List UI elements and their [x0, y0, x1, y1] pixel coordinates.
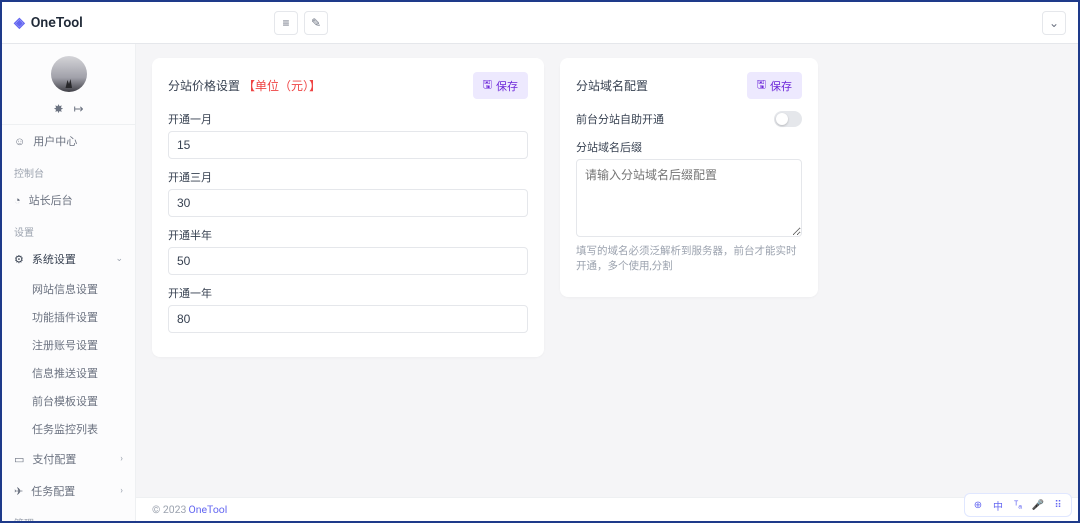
footer-link[interactable]: OneTool — [188, 503, 227, 516]
gear-icon: ⚙ — [14, 253, 24, 266]
sidebar-item-label: 系统设置 — [32, 251, 76, 267]
topbar-actions: ≡ ✎ — [274, 11, 328, 35]
chevron-right-icon: › — [120, 454, 123, 464]
float-tools: ⊕ 中 ᵀₐ 🎤 ⠿ — [964, 493, 1072, 517]
suffix-hint: 填写的域名必须泛解析到服务器，前台才能实时开通，多个使用,分割 — [576, 244, 802, 273]
label-suffix: 分站域名后缀 — [576, 139, 802, 155]
menu-toggle-button[interactable]: ≡ — [274, 11, 298, 35]
avatar[interactable] — [51, 56, 87, 92]
label-month3: 开通三月 — [168, 169, 528, 185]
topbar: ◈ OneTool ≡ ✎ ⌄ — [2, 2, 1078, 44]
card-domain-title: 分站域名配置 — [576, 77, 648, 94]
card-price-title: 分站价格设置 【单位（元）】 — [168, 77, 321, 94]
sidebar-sub-template[interactable]: 前台模板设置 — [2, 387, 135, 415]
translate-icon[interactable]: ᵀₐ — [1009, 496, 1027, 514]
theme-toggle-button[interactable]: ✎ — [304, 11, 328, 35]
footer: © 2023 OneTool — [136, 497, 1078, 521]
card-icon: ▭ — [14, 453, 24, 466]
sidebar-item-pay-config[interactable]: ▭ 支付配置 › — [2, 443, 135, 475]
sidebar-item-system-settings[interactable]: ⚙ 系统设置 ⌄ — [2, 243, 135, 275]
sidebar-item-task-config[interactable]: ✈ 任务配置 › — [2, 475, 135, 507]
input-halfyear[interactable] — [168, 247, 528, 275]
sidebar-profile: ✸ ↦ — [2, 44, 135, 125]
toggle-label: 前台分站自助开通 — [576, 111, 664, 127]
sidebar-item-label: 站长后台 — [29, 192, 73, 208]
save-icon: 🖫 — [483, 76, 492, 95]
input-month1[interactable] — [168, 131, 528, 159]
label-halfyear: 开通半年 — [168, 227, 528, 243]
sidebar-item-label: 用户中心 — [33, 133, 77, 149]
logout-icon[interactable]: ↦ — [74, 102, 84, 116]
sidebar-sub-push[interactable]: 信息推送设置 — [2, 359, 135, 387]
sidebar-sub-site-info[interactable]: 网站信息设置 — [2, 275, 135, 303]
mic-icon[interactable]: 🎤 — [1029, 496, 1047, 514]
card-price-settings: 分站价格设置 【单位（元）】 🖫 保存 开通一月 开通三月 开通半年 — [152, 58, 544, 357]
brand-text: OneTool — [31, 15, 83, 31]
save-icon: 🖫 — [757, 76, 766, 95]
sidebar-item-user-center[interactable]: ☺ 用户中心 — [2, 125, 135, 157]
clock-icon: ◔ — [14, 194, 21, 207]
flame-icon[interactable]: ✸ — [53, 102, 63, 116]
save-domain-button[interactable]: 🖫 保存 — [747, 72, 802, 99]
sidebar-item-console[interactable]: ◔ 站长后台 — [2, 184, 135, 216]
lang-button[interactable]: 中 — [989, 496, 1007, 514]
sidebar: ✸ ↦ ☺ 用户中心 控制台 ◔ 站长后台 设置 ⚙ 系统设置 ⌄ 网站信息设置… — [2, 44, 136, 521]
brand-icon: ◈ — [14, 15, 25, 31]
sidebar-sub-task-monitor[interactable]: 任务监控列表 — [2, 415, 135, 443]
card-domain-settings: 分站域名配置 🖫 保存 前台分站自助开通 分站域名后缀 填写的域名必须泛解析到服… — [560, 58, 818, 297]
self-open-toggle[interactable] — [774, 111, 802, 127]
label-month1: 开通一月 — [168, 111, 528, 127]
sidebar-heading-console: 控制台 — [2, 157, 135, 184]
sidebar-heading-settings: 设置 — [2, 216, 135, 243]
chevron-right-icon: › — [120, 486, 123, 496]
label-year: 开通一年 — [168, 285, 528, 301]
dropdown-button[interactable]: ⌄ — [1042, 11, 1066, 35]
chevron-down-icon: ⌄ — [115, 254, 123, 264]
chat-icon[interactable]: ⊕ — [969, 496, 987, 514]
topbar-right: ⌄ — [1042, 11, 1066, 35]
sidebar-heading-manage: 管理 — [2, 507, 135, 521]
grid-icon[interactable]: ⠿ — [1049, 496, 1067, 514]
textarea-suffix[interactable] — [576, 159, 802, 237]
sidebar-item-label: 任务配置 — [31, 483, 75, 499]
brand[interactable]: ◈ OneTool — [14, 15, 134, 31]
sidebar-sub-plugin[interactable]: 功能插件设置 — [2, 303, 135, 331]
sidebar-item-label: 支付配置 — [32, 451, 76, 467]
input-year[interactable] — [168, 305, 528, 333]
user-icon: ☺ — [14, 135, 25, 148]
main-content: 分站价格设置 【单位（元）】 🖫 保存 开通一月 开通三月 开通半年 — [136, 44, 1078, 521]
task-icon: ✈ — [14, 485, 23, 498]
sidebar-sub-register[interactable]: 注册账号设置 — [2, 331, 135, 359]
save-price-button[interactable]: 🖫 保存 — [473, 72, 528, 99]
unit-badge: 【单位（元）】 — [243, 79, 321, 93]
input-month3[interactable] — [168, 189, 528, 217]
